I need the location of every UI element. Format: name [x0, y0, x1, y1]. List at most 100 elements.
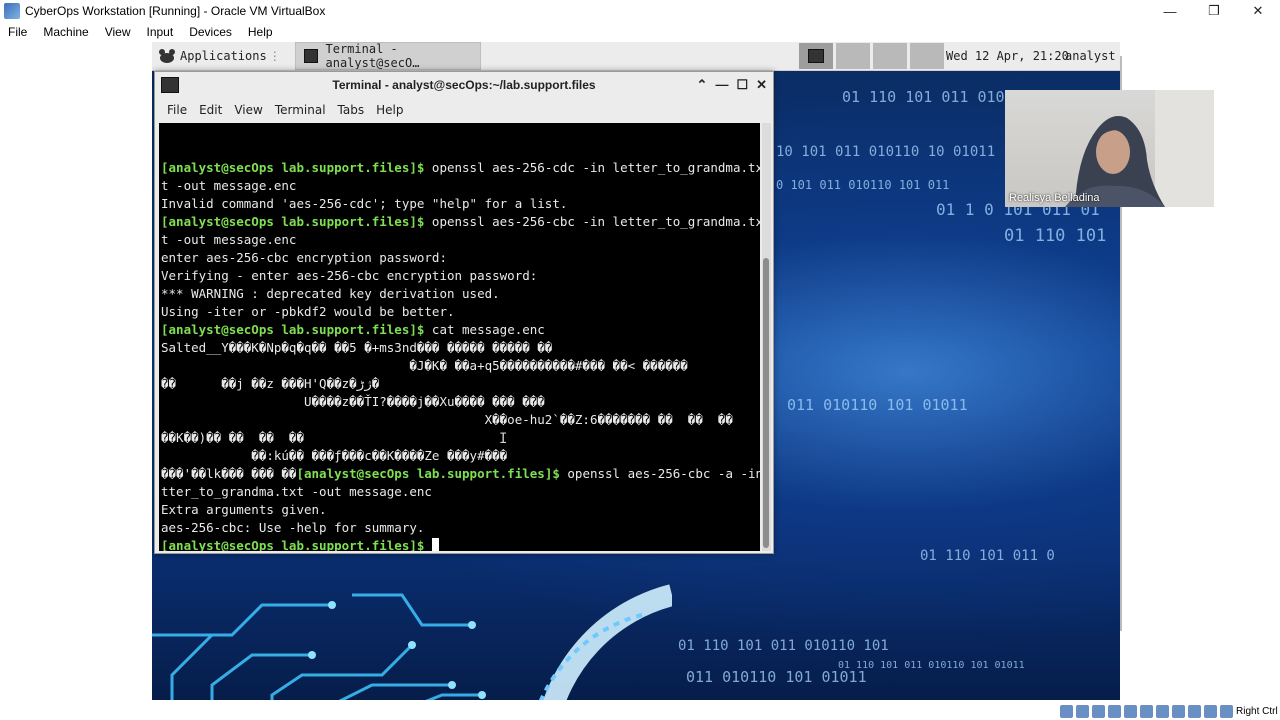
window-title: CyberOps Workstation [Running] - Oracle …	[25, 4, 326, 18]
binary-text: 011 010110 101 01011	[787, 396, 968, 414]
binary-text: 10 101 011 010110 10 01011	[776, 144, 996, 160]
harddisk-icon[interactable]	[1060, 704, 1073, 718]
binary-text: 0 101 011 010110 101 011	[776, 178, 950, 192]
terminal-maximize-button[interactable]: ☐	[736, 77, 748, 93]
taskbar-terminal-button[interactable]: Terminal - analyst@secO…	[294, 42, 481, 70]
panel-clock[interactable]: Wed 12 Apr, 21:20	[946, 49, 1069, 63]
workspace-2[interactable]	[836, 43, 870, 69]
terminal-line: �J�K� ��a+q5����������#��� ��< ������	[161, 358, 688, 373]
terminal-line: aes-256-cbc: Use -help for summary.	[161, 520, 425, 535]
display-icon[interactable]	[1156, 704, 1169, 718]
terminal-line: �� ��j ��z ���H'Q��z�ژڑ�	[161, 376, 380, 391]
xfce-mouse-icon	[159, 49, 175, 63]
panel-separator: ⋮	[268, 49, 281, 63]
recording-icon[interactable]	[1172, 704, 1185, 718]
binary-text: 01 110 101	[1004, 226, 1107, 246]
applications-menu[interactable]: Applications ⋮	[152, 42, 287, 70]
binary-text: 01 110 101 011 0	[920, 548, 1055, 564]
ibeam-cursor-icon: I	[499, 431, 508, 447]
workspace-4[interactable]	[910, 43, 944, 69]
close-button[interactable]: ✕	[1236, 0, 1280, 22]
terminal-line[interactable]: [analyst@secOps lab.support.files]$	[161, 537, 439, 551]
panel-user[interactable]: analyst	[1065, 49, 1116, 63]
vbox-menu-bar: File Machine View Input Devices Help	[0, 22, 1280, 42]
host-key-label: Right Ctrl	[1236, 705, 1278, 717]
audio-icon[interactable]	[1092, 704, 1105, 718]
terminal-menu-terminal[interactable]: Terminal	[275, 103, 326, 117]
menu-input[interactable]: Input	[147, 25, 174, 39]
terminal-menu-edit[interactable]: Edit	[199, 103, 222, 117]
terminal-line: t -out message.enc	[161, 178, 297, 193]
terminal-minimize-button[interactable]: —	[715, 77, 728, 93]
terminal-line: Salted__Y���K�Np�q�q�� ��5 �+ms3nd��� ��…	[161, 340, 553, 355]
terminal-menu-file[interactable]: File	[167, 103, 187, 117]
terminal-line: ��K��)�� �� �� ��	[161, 430, 304, 445]
menu-view[interactable]: View	[105, 25, 131, 39]
terminal-line: ���'��lk��� ��� ��[analyst@secOps lab.su…	[161, 465, 760, 483]
terminal-line: X��oe-hu2`��Z:6������� �� �� ��	[161, 412, 733, 427]
shell-prompt: [analyst@secOps lab.support.files]$	[161, 160, 425, 175]
scrollbar-thumb[interactable]	[763, 258, 769, 548]
terminal-line: Verifying - enter aes-256-cbc encryption…	[161, 268, 538, 283]
terminal-output[interactable]: [analyst@secOps lab.support.files]$ open…	[159, 123, 760, 551]
text-cursor	[431, 538, 439, 551]
circuit-graphic	[152, 584, 672, 700]
webcam-overlay: Realisya Belladina	[1005, 90, 1214, 207]
workspace-3[interactable]	[873, 43, 907, 69]
command-text: cat message.enc	[424, 322, 545, 337]
optical-drive-icon[interactable]	[1076, 704, 1089, 718]
terminal-line: ��:kú�� ���ƒ���c��K����Ze ���y#���	[161, 448, 508, 463]
vm-screen[interactable]: 01 110 101 011 010 10 101 011 010110 10 …	[152, 42, 1120, 700]
garbled-text: ���'��lk��� ��� ��	[161, 466, 297, 481]
terminal-line: Using -iter or -pbkdf2 would be better.	[161, 304, 455, 319]
task-label: Terminal - analyst@secO…	[325, 42, 420, 70]
terminal-titlebar[interactable]: Terminal - analyst@secOps:~/lab.support.…	[155, 72, 773, 98]
shell-prompt: [analyst@secOps lab.support.files]$	[161, 322, 425, 337]
terminal-window[interactable]: Terminal - analyst@secOps:~/lab.support.…	[154, 71, 774, 554]
menu-devices[interactable]: Devices	[189, 25, 232, 39]
workspace-switcher[interactable]	[796, 43, 944, 69]
usb-icon[interactable]	[1124, 704, 1137, 718]
workspace-1[interactable]	[799, 43, 833, 69]
terminal-menubar: File Edit View Terminal Tabs Help	[155, 98, 773, 122]
terminal-menu-help[interactable]: Help	[376, 103, 403, 117]
binary-text: 01 110 101 011 010110 101	[678, 638, 889, 654]
binary-text: 01 110 101 011 010	[842, 88, 1005, 106]
terminal-line: [analyst@secOps lab.support.files]$ open…	[161, 159, 760, 177]
terminal-close-button[interactable]: ✕	[756, 77, 767, 93]
network-icon[interactable]	[1108, 704, 1121, 718]
vbox-status-bar: Right Ctrl	[1060, 703, 1278, 719]
minimize-button[interactable]: —	[1148, 0, 1192, 22]
shade-button[interactable]: ⌃	[697, 77, 708, 93]
vbox-title-bar: CyberOps Workstation [Running] - Oracle …	[0, 0, 1280, 22]
mouse-integration-icon[interactable]	[1204, 704, 1217, 718]
terminal-scrollbar[interactable]	[762, 123, 771, 551]
terminal-menu-tabs[interactable]: Tabs	[338, 103, 365, 117]
terminal-line: tter_to_grandma.txt -out message.enc	[161, 484, 432, 499]
virtualbox-icon	[4, 3, 20, 19]
terminal-line: *** WARNING : deprecated key derivation …	[161, 286, 500, 301]
terminal-icon	[303, 49, 318, 63]
shared-folders-icon[interactable]	[1140, 704, 1153, 718]
shell-prompt: [analyst@secOps lab.support.files]$	[161, 214, 425, 229]
menu-file[interactable]: File	[8, 25, 27, 39]
shell-prompt: [analyst@secOps lab.support.files]$	[296, 466, 560, 481]
maximize-button[interactable]: ❐	[1192, 0, 1236, 22]
terminal-line: Extra arguments given.	[161, 502, 327, 517]
terminal-menu-view[interactable]: View	[234, 103, 262, 117]
keyboard-icon[interactable]	[1220, 704, 1233, 718]
terminal-line: [analyst@secOps lab.support.files]$ open…	[161, 213, 760, 231]
binary-text: 011 010110 101 01011	[686, 668, 867, 686]
menu-machine[interactable]: Machine	[43, 25, 88, 39]
menu-help[interactable]: Help	[248, 25, 273, 39]
command-text: openssl aes-256-cdc -in letter_to_grandm…	[424, 160, 760, 175]
applications-label: Applications	[180, 49, 267, 63]
presenter-name: Realisya Belladina	[1009, 192, 1100, 204]
presenter-video	[1065, 90, 1214, 207]
xfce-top-panel: Applications ⋮ Terminal - analyst@secO… …	[152, 42, 1120, 71]
terminal-line: enter aes-256-cbc encryption password:	[161, 250, 447, 265]
terminal-line: U����z��ŤI?����j��Xu���� ��� ���	[161, 394, 545, 409]
terminal-line: [analyst@secOps lab.support.files]$ cat …	[161, 321, 545, 339]
cpu-icon[interactable]	[1188, 704, 1201, 718]
shell-prompt: [analyst@secOps lab.support.files]$	[161, 538, 425, 551]
